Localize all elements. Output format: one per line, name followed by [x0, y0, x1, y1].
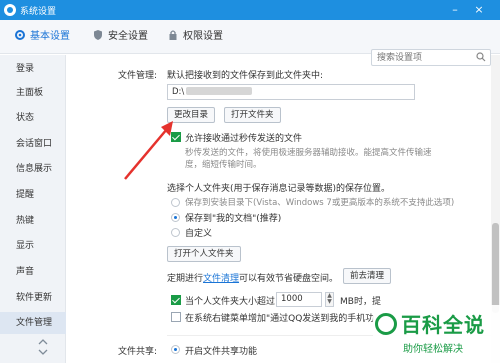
- sidebar-item-reminders[interactable]: 提醒: [0, 184, 66, 206]
- size-limit-input[interactable]: 1000: [276, 292, 322, 307]
- cleanup-suffix: 可以有效节省硬盘空间。: [239, 274, 339, 284]
- file-management-section-label: 文件管理:: [118, 71, 158, 81]
- annotation-arrow: [124, 121, 173, 180]
- sidebar-item-main-panel[interactable]: 主面板: [0, 82, 66, 104]
- instant-transfer-desc-1: 秒传发送的文件，将使用极速服务器辅助接收。能提高文件传输速: [185, 148, 432, 158]
- radio-save-install-dir[interactable]: [171, 198, 180, 207]
- gear-icon: [15, 30, 25, 40]
- file-cleanup-link[interactable]: 文件清理: [203, 274, 239, 284]
- settings-tabs: 基本设置 安全设置 权限设置: [0, 20, 500, 66]
- size-limit-label: 当个人文件夹大小超过: [185, 297, 276, 307]
- tab-permission-settings[interactable]: 权限设置: [167, 20, 223, 54]
- watermark: 百科全说 助你轻松解决: [373, 305, 500, 363]
- lock-icon: [169, 30, 177, 40]
- right-menu-label: 在系统右键菜单增加"通过QQ发送到我的手机功: [185, 314, 375, 324]
- sidebar: 登录 主面板 状态 会话窗口 信息展示 提醒 热键 显示 声音 软件更新 文件管…: [0, 55, 66, 363]
- sidebar-item-hotkeys[interactable]: 热键: [0, 210, 66, 232]
- radio-enable-file-share[interactable]: [171, 345, 180, 354]
- close-icon[interactable]: ×: [470, 1, 488, 19]
- tab-label: 权限设置: [183, 31, 223, 42]
- tab-label: 基本设置: [30, 31, 70, 42]
- sidebar-item-login[interactable]: 登录: [0, 58, 66, 80]
- sidebar-item-info-display[interactable]: 信息展示: [0, 158, 66, 180]
- allow-instant-transfer-label: 允许接收通过秒传发送的文件: [185, 134, 303, 144]
- sidebar-item-chat-window[interactable]: 会话窗口: [0, 133, 66, 155]
- right-menu-checkbox[interactable]: [171, 312, 181, 322]
- title-bar: 系统设置 – ×: [0, 0, 500, 20]
- tab-label: 安全设置: [108, 31, 148, 42]
- window-title: 系统设置: [20, 7, 57, 17]
- open-personal-folder-button[interactable]: 打开个人文件夹: [167, 246, 241, 262]
- radio-custom-label: 自定义: [185, 229, 213, 239]
- cleanup-text: 定期进行文件清理可以有效节省硬盘空间。: [167, 271, 338, 284]
- qq-logo-icon: [4, 4, 16, 16]
- go-cleanup-button[interactable]: 前去清理: [343, 268, 392, 284]
- radio-save-my-documents-label: 保存到"我的文档"(推荐): [185, 214, 282, 224]
- watermark-subtitle: 助你轻松解决: [403, 344, 463, 355]
- sidebar-item-display[interactable]: 显示: [0, 235, 66, 257]
- size-limit-stepper[interactable]: ▲ ▼: [325, 292, 334, 307]
- sidebar-item-software-update[interactable]: 软件更新: [0, 287, 66, 309]
- scrollbar-thumb[interactable]: [492, 223, 499, 313]
- tab-basic-settings[interactable]: 基本设置: [14, 20, 70, 54]
- radio-save-install-dir-label: 保存到安装目录下(Vista、Windows 7或更高版本的系统不支持此选项): [185, 198, 455, 208]
- enable-file-share-label: 开启文件共享功能: [185, 347, 258, 357]
- personal-folder-title: 选择个人文件夹(用于保存消息记录等数据)的保存位置。: [167, 184, 391, 194]
- redacted-path: [186, 87, 253, 95]
- watermark-logo-icon: [375, 313, 397, 335]
- default-save-text: 默认把接收到的文件保存到此文件夹中:: [167, 71, 324, 81]
- chevron-down-icon[interactable]: [38, 349, 48, 355]
- cleanup-prefix: 定期进行: [167, 274, 204, 284]
- file-share-section-label: 文件共享:: [118, 347, 158, 357]
- radio-custom[interactable]: [171, 228, 180, 237]
- watermark-title: 百科全说: [401, 313, 485, 337]
- chevron-up-icon[interactable]: [38, 339, 48, 345]
- sidebar-item-file-management[interactable]: 文件管理: [0, 312, 66, 334]
- size-limit-checkbox[interactable]: [171, 295, 181, 305]
- download-path-field[interactable]: D:\: [167, 84, 415, 100]
- instant-transfer-desc-2: 度，缩短传输时间。: [185, 160, 262, 170]
- download-path-value: D:\: [172, 87, 185, 97]
- open-folder-button[interactable]: 打开文件夹: [224, 107, 281, 123]
- tab-security-settings[interactable]: 安全设置: [92, 20, 148, 54]
- shield-icon: [94, 30, 102, 40]
- sidebar-item-sound[interactable]: 声音: [0, 261, 66, 283]
- radio-save-my-documents[interactable]: [171, 213, 180, 222]
- sidebar-item-status[interactable]: 状态: [0, 107, 66, 129]
- minimize-icon[interactable]: –: [446, 1, 464, 19]
